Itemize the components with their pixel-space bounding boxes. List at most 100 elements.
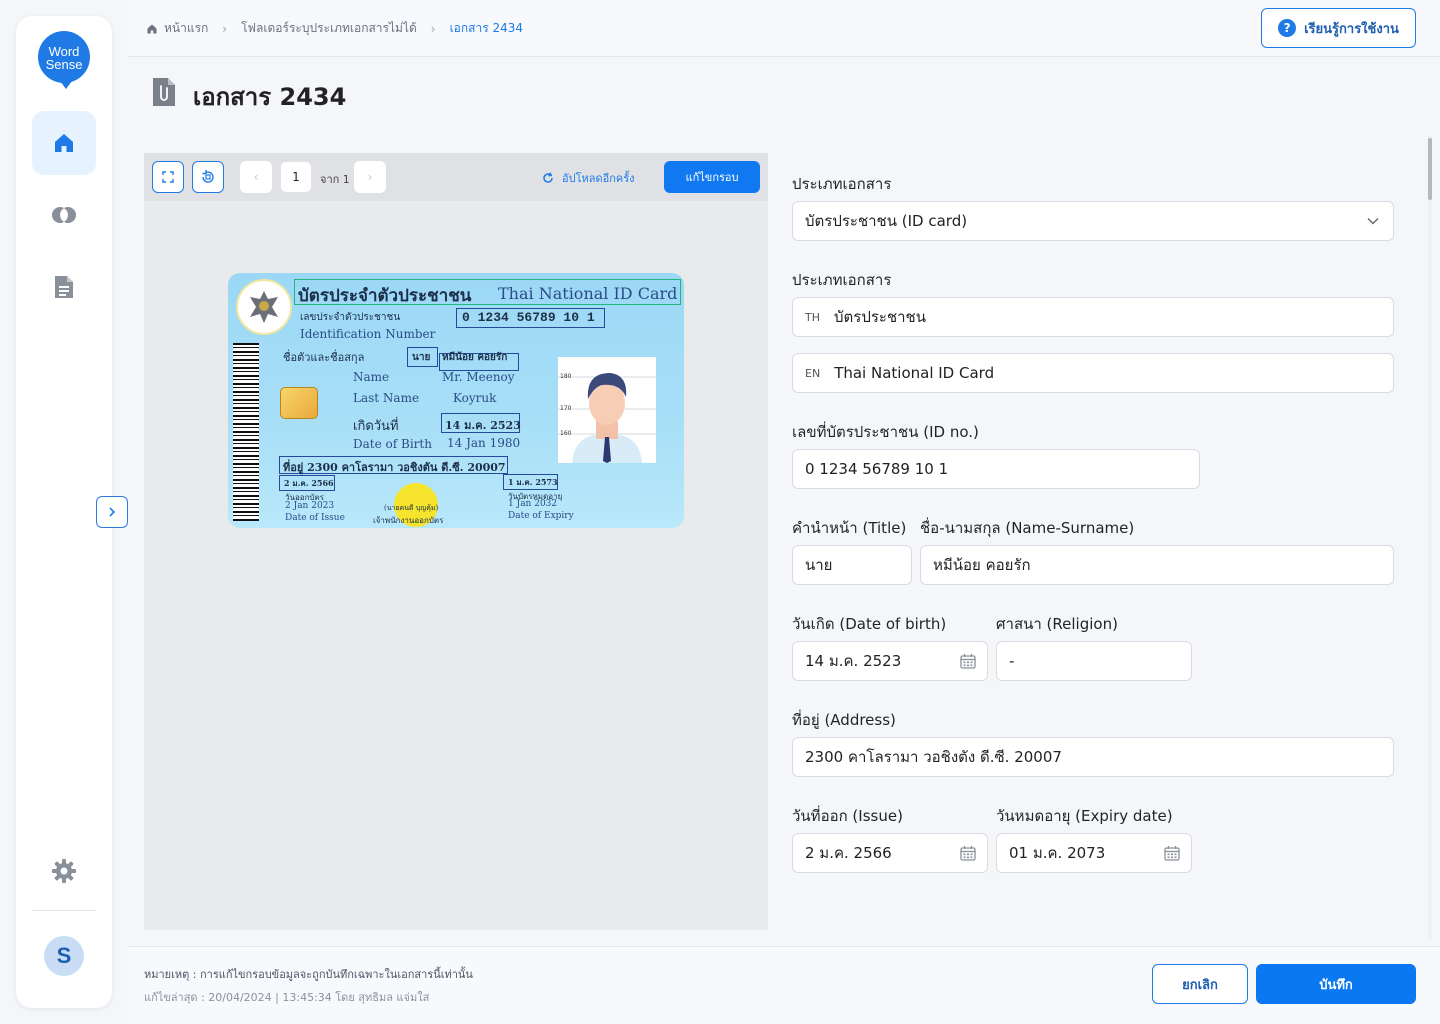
id-number-field[interactable]: 0 1234 56789 10 1 [792, 449, 1200, 489]
attachment-document-icon [153, 78, 175, 106]
card-name-th: หมีน้อย คอยรัก [442, 352, 508, 363]
breadcrumb-current: เอกสาร 2434 [449, 21, 523, 35]
name-field[interactable]: หมีน้อย คอยรัก [920, 545, 1394, 585]
ruler-label-170: 170 [560, 405, 572, 412]
sidebar-expand-button[interactable] [96, 496, 128, 528]
reupload-label: อัปโหลดอีกครั้ง [562, 172, 635, 185]
lang-prefix-th: TH [805, 310, 820, 324]
doc-type-value: บัตรประชาชน (ID card) [805, 212, 968, 230]
doc-type-label: ประเภทเอกสาร [792, 175, 892, 193]
card-dob-th: 14 ม.ค. 2523 [445, 419, 521, 432]
card-dob-label-th: เกิดวันที่ [353, 419, 399, 434]
issue-date-field[interactable]: 2 ม.ค. 2566 [792, 833, 988, 873]
expiry-label: วันหมดอายุ (Expiry date) [996, 807, 1173, 825]
fit-screen-button[interactable] [152, 161, 184, 193]
reupload-button[interactable]: อัปโหลดอีกครั้ง [542, 169, 635, 187]
breadcrumb-separator: › [222, 21, 228, 36]
save-button[interactable]: บันทึก [1256, 964, 1416, 1004]
prev-page-button[interactable]: ‹ [240, 161, 272, 193]
help-icon: ? [1278, 19, 1297, 37]
dob-value: 14 ม.ค. 2523 [805, 652, 902, 670]
page-total: จาก 1 [320, 173, 350, 186]
doc-name-th-field[interactable]: TH บัตรประชาชน [792, 297, 1394, 337]
card-dob-label-en: Date of Birth [353, 437, 432, 451]
sidebar-item-home[interactable] [32, 111, 96, 175]
religion-field[interactable]: - [996, 641, 1192, 681]
edit-frame-button[interactable]: แก้ไขกรอบ [664, 161, 760, 193]
home-icon [55, 134, 73, 152]
card-prefix-th: นาย [412, 352, 431, 363]
doc-type-select[interactable]: บัตรประชาชน (ID card) [792, 201, 1394, 241]
overlap-circles-icon [52, 207, 76, 223]
form-scrollbar-thumb[interactable] [1428, 138, 1432, 200]
rotate-button[interactable] [192, 161, 224, 193]
title-label: คำนำหน้า (Title) [792, 519, 907, 537]
card-expiry-label-en: Date of Expiry [508, 511, 574, 521]
wordsense-logo[interactable]: Word Sense [38, 31, 90, 89]
page-title: เอกสาร 2434 [193, 83, 347, 111]
doc-name-label: ประเภทเอกสาร [792, 271, 892, 289]
card-officer-name: (นายคนดี บุญคุ้ม) [384, 504, 439, 512]
doc-name-en-value: Thai National ID Card [834, 364, 995, 382]
card-expiry-en: 1 Jan 2032 [508, 499, 558, 509]
card-issue-th: 2 ม.ค. 2566 [284, 478, 334, 488]
id-card-image[interactable]: บัตรประจำตัวประชาชน Thai National ID Car… [228, 273, 684, 528]
expiry-value: 01 ม.ค. 2073 [1009, 844, 1106, 862]
document-viewer: ‹ 1 จาก 1 › อัปโหลดอีกครั้ง แก้ไขกรอบ บั… [144, 153, 768, 930]
last-updated: แก้ไขล่าสุด : 20/04/2024 | 13:45:34 โดย … [144, 991, 430, 1004]
breadcrumb-folder[interactable]: โฟลเดอร์ระบุประเภทเอกสารไม่ได้ [241, 19, 417, 38]
chevron-right-icon: › [367, 170, 373, 184]
cancel-button[interactable]: ยกเลิก [1152, 964, 1248, 1004]
help-button-label: เรียนรู้การใช้งาน [1304, 21, 1399, 37]
rotate-icon [202, 170, 214, 183]
issue-value: 2 ม.ค. 2566 [805, 844, 892, 862]
name-label: ชื่อ-นามสกุล (Name-Surname) [920, 519, 1135, 537]
chevron-right-icon [109, 507, 116, 517]
avatar[interactable]: S [44, 936, 84, 976]
card-expiry-th: 1 ม.ค. 2573 [508, 477, 558, 487]
card-title-en: Thai National ID Card [498, 284, 678, 303]
card-issue-en: 2 Jan 2023 [285, 501, 335, 511]
expiry-date-field[interactable]: 01 ม.ค. 2073 [996, 833, 1192, 873]
calendar-icon[interactable] [960, 845, 976, 861]
document-icon [55, 276, 73, 298]
religion-value: - [1009, 652, 1015, 670]
footer-note: หมายเหตุ : การแก้ไขกรอบข้อมูลจะถูกบันทึก… [144, 968, 473, 981]
card-lastname-en: Koyruk [453, 391, 497, 405]
sidebar-item-compare[interactable] [32, 183, 96, 247]
calendar-icon[interactable] [1164, 845, 1180, 861]
settings-button[interactable] [32, 839, 96, 903]
sidebar-divider [32, 910, 96, 911]
form-scrollbar-track[interactable] [1428, 136, 1432, 940]
footer: หมายเหตุ : การแก้ไขกรอบข้อมูลจะถูกบันทึก… [128, 946, 1440, 1024]
card-officer-label: เจ้าพนักงานออกบัตร [373, 516, 444, 525]
logo-text-sense: Sense [45, 57, 83, 72]
breadcrumb-separator: › [430, 21, 436, 36]
card-id-number: 0 1234 56789 10 1 [462, 310, 595, 325]
chevron-down-icon [1367, 218, 1379, 225]
title-value: นาย [805, 556, 833, 574]
card-lastname-label-en: Last Name [353, 391, 420, 405]
dob-label: วันเกิด (Date of birth) [792, 615, 947, 633]
ruler-label-180: 180 [560, 373, 572, 380]
dob-date-field[interactable]: 14 ม.ค. 2523 [792, 641, 988, 681]
doc-name-en-field[interactable]: EN Thai National ID Card [792, 353, 1394, 393]
next-page-button[interactable]: › [354, 161, 386, 193]
help-button[interactable]: ? เรียนรู้การใช้งาน [1261, 8, 1416, 48]
home-icon [147, 24, 157, 33]
breadcrumb-home[interactable]: หน้าแรก [164, 19, 208, 38]
title-field[interactable]: นาย [792, 545, 912, 585]
calendar-icon[interactable] [960, 653, 976, 669]
doc-name-th-value: บัตรประชาชน [834, 308, 926, 326]
name-value: หมีน้อย คอยรัก [933, 556, 1031, 574]
topbar: หน้าแรก › โฟลเดอร์ระบุประเภทเอกสารไม่ได้… [128, 0, 1440, 57]
viewer-toolbar: ‹ 1 จาก 1 › อัปโหลดอีกครั้ง แก้ไขกรอบ [144, 153, 768, 201]
address-field[interactable]: 2300 คาโลรามา วอชิงตัง ดี.ซี. 20007 [792, 737, 1394, 777]
sidebar-item-documents[interactable] [32, 255, 96, 319]
card-dob-en: 14 Jan 1980 [447, 436, 521, 450]
card-name-label-en: Name [353, 370, 390, 384]
page-number-input[interactable]: 1 [280, 161, 312, 193]
garuda-emblem-icon [236, 279, 292, 335]
address-label: ที่อยู่ (Address) [792, 711, 896, 729]
gear-icon [52, 859, 76, 883]
